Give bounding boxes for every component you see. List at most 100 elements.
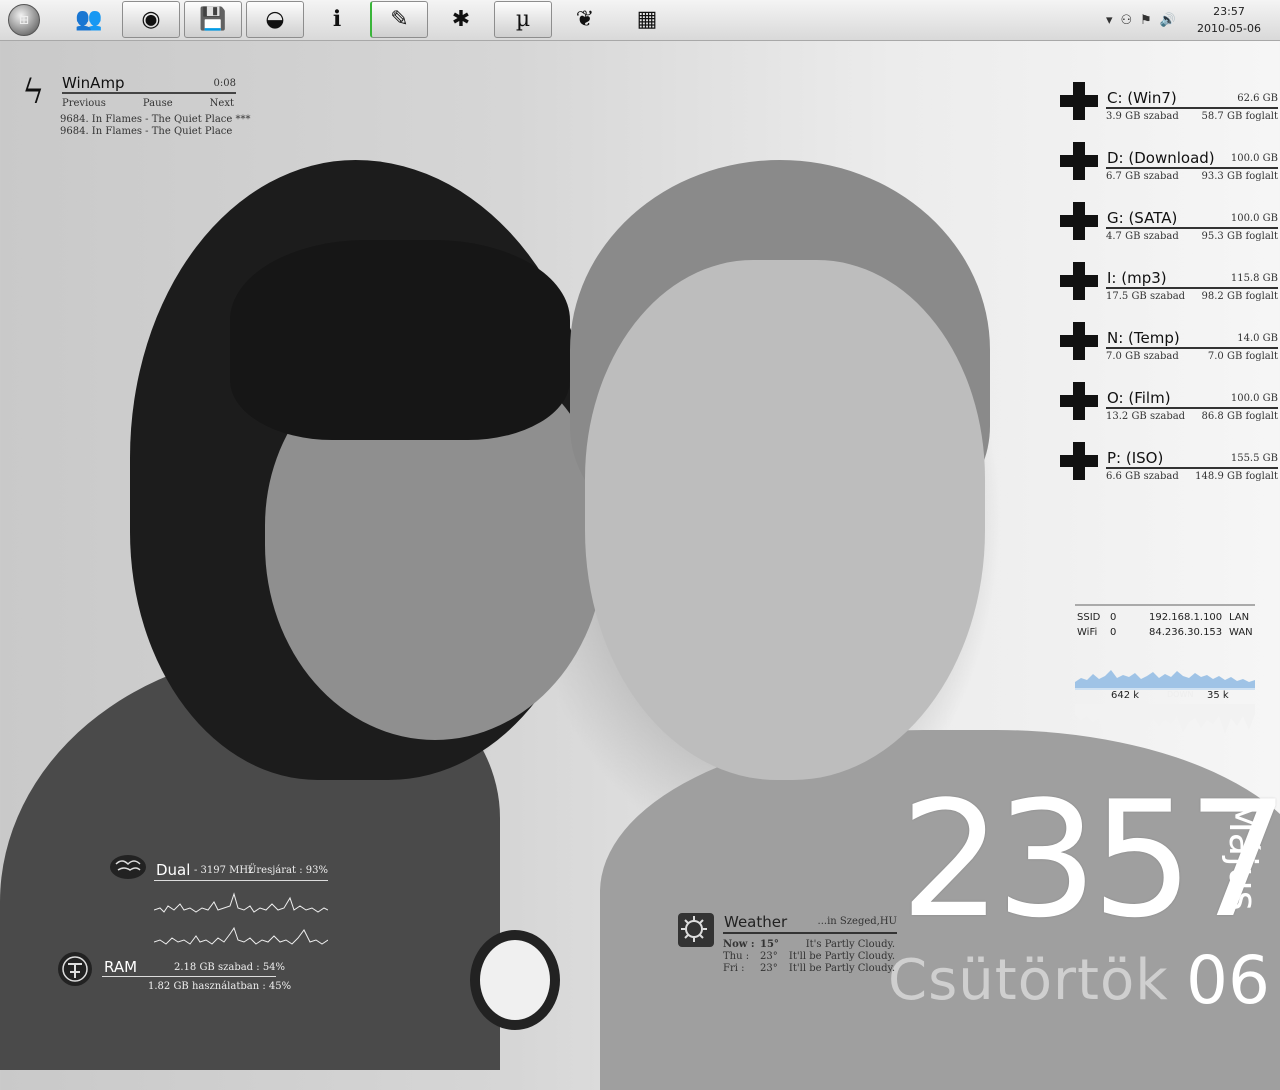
photo-bangs-shape — [230, 240, 570, 440]
taskbar: ⊞ 👥 ◉ 💾 ◒ ℹ ✎ ✱ µ ❦ ▦ ▾ ⚇ ⚑ 🔊 23:57 2010… — [0, 0, 1280, 41]
winamp-track: 9684. In Flames - The Quiet Place *** — [60, 114, 251, 125]
clock-date: 2010-05-06 — [1197, 22, 1261, 35]
ram-used: 1.82 GB használatban : 45% — [148, 981, 292, 992]
volume-icon[interactable]: 🔊 — [1160, 13, 1176, 28]
people-icon: 👥 — [75, 7, 103, 32]
weather-condition: It'll be Partly Cloudy. — [788, 951, 895, 962]
drive-total: 115.8 GB — [1230, 273, 1278, 284]
taskbar-app-utorrent[interactable]: µ — [494, 1, 552, 38]
download-value: 35 k — [1207, 690, 1229, 701]
taskbar-app-floppy[interactable]: 💾 — [184, 1, 242, 38]
drive-free: 6.7 GB szabad — [1106, 171, 1179, 182]
drive-total: 100.0 GB — [1230, 213, 1278, 224]
drive-name: G: (SATA) — [1107, 209, 1178, 227]
tray-expand-icon[interactable]: ▾ — [1106, 13, 1113, 28]
divider — [723, 932, 897, 934]
taskbar-app-drawing[interactable]: ✎ — [370, 1, 428, 38]
drive-o[interactable]: O: (Film) 100.0 GB 13.2 GB szabad 86.8 G… — [1060, 382, 1278, 442]
photo-necklace-shape — [470, 930, 560, 1030]
network-row-wan: WiFi 0 84.236.30.153 WAN — [1077, 627, 1255, 641]
floppy-disk-icon: 💾 — [199, 7, 227, 32]
weather-row-fri: Fri : 23° It'll be Partly Cloudy. — [723, 963, 897, 975]
drive-cross-icon — [1060, 142, 1098, 180]
winamp-elapsed-time: 0:08 — [213, 78, 236, 89]
monitor-flag-icon[interactable]: ⚑ — [1140, 13, 1152, 28]
drive-d[interactable]: D: (Download) 100.0 GB 6.7 GB szabad 93.… — [1060, 142, 1278, 202]
upload-graph — [1075, 670, 1255, 690]
download-graph — [1075, 704, 1255, 738]
drive-used: 58.7 GB foglalt — [1201, 111, 1278, 122]
cpu-core1-graph — [154, 892, 328, 913]
drive-p[interactable]: P: (ISO) 155.5 GB 6.6 GB szabad 148.9 GB… — [1060, 442, 1278, 502]
divider — [102, 976, 276, 977]
wifi-value: 0 — [1110, 627, 1117, 638]
cpu-core2-graph — [154, 926, 328, 945]
ssid-value: 0 — [1110, 612, 1117, 623]
drive-free: 17.5 GB szabad — [1106, 291, 1186, 302]
drive-cross-icon — [1060, 322, 1098, 360]
drive-name: C: (Win7) — [1107, 89, 1177, 107]
drive-total: 14.0 GB — [1237, 333, 1278, 344]
divider — [1106, 107, 1278, 109]
drive-free: 3.9 GB szabad — [1106, 111, 1179, 122]
drive-cross-icon — [1060, 202, 1098, 240]
drive-free: 4.7 GB szabad — [1106, 231, 1179, 242]
weather-condition: It's Partly Cloudy. — [805, 939, 895, 950]
taskbar-app-calculator[interactable]: ▦ — [618, 1, 676, 38]
drive-total: 62.6 GB — [1237, 93, 1278, 104]
ram-chip-icon — [58, 952, 92, 986]
drive-used: 7.0 GB foglalt — [1207, 351, 1278, 362]
weather-row-thu: Thu : 23° It'll be Partly Cloudy. — [723, 951, 897, 963]
helmet-icon: ◒ — [265, 7, 285, 32]
drive-used: 95.3 GB foglalt — [1201, 231, 1278, 242]
info-icon: ℹ — [332, 7, 342, 32]
network-status-icon[interactable]: ⚇ — [1121, 13, 1133, 28]
drive-cross-icon — [1060, 442, 1098, 480]
drives-widget: C: (Win7) 62.6 GB 3.9 GB szabad 58.7 GB … — [1060, 82, 1278, 502]
weather-day: Thu : — [723, 951, 750, 962]
drive-cross-icon — [1060, 82, 1098, 120]
ssid-label: SSID — [1077, 612, 1101, 623]
drive-name: I: (mp3) — [1107, 269, 1167, 287]
drive-g[interactable]: G: (SATA) 100.0 GB 4.7 GB szabad 95.3 GB… — [1060, 202, 1278, 262]
lightning-bolt-icon: ϟ — [22, 72, 45, 112]
network-row-lan: SSID 0 192.168.1.100 LAN — [1077, 612, 1255, 626]
drive-c[interactable]: C: (Win7) 62.6 GB 3.9 GB szabad 58.7 GB … — [1060, 82, 1278, 142]
taskbar-app-firefox[interactable]: ◉ — [122, 1, 180, 38]
taskbar-app-people[interactable]: 👥 — [60, 1, 118, 38]
taskbar-clock[interactable]: 23:57 2010-05-06 — [1184, 3, 1274, 37]
drive-n[interactable]: N: (Temp) 14.0 GB 7.0 GB szabad 7.0 GB f… — [1060, 322, 1278, 382]
taskbar-app-gecko[interactable]: ✱ — [432, 1, 490, 38]
divider — [1106, 347, 1278, 349]
large-clock-weekday: Csütörtök — [888, 948, 1169, 1013]
winamp-title: WinAmp — [62, 74, 125, 92]
weather-day: Fri : — [723, 963, 745, 974]
drive-cross-icon — [1060, 382, 1098, 420]
drive-used: 93.3 GB foglalt — [1201, 171, 1278, 182]
taskbar-app-info[interactable]: ℹ — [308, 1, 366, 38]
divider — [1106, 227, 1278, 229]
drive-used: 98.2 GB foglalt — [1201, 291, 1278, 302]
firefox-icon: ◉ — [141, 7, 161, 32]
gecko-icon: ✱ — [451, 7, 471, 32]
next-button[interactable]: Next — [210, 98, 234, 109]
upload-value: 642 k — [1111, 690, 1140, 701]
taskbar-app-messenger[interactable]: ❦ — [556, 1, 614, 38]
divider — [154, 880, 328, 881]
drive-free: 13.2 GB szabad — [1106, 411, 1186, 422]
drive-i[interactable]: I: (mp3) 115.8 GB 17.5 GB szabad 98.2 GB… — [1060, 262, 1278, 322]
large-clock-month: Május — [1221, 800, 1265, 911]
taskbar-app-helmet[interactable]: ◒ — [246, 1, 304, 38]
previous-button[interactable]: Previous — [62, 98, 106, 109]
weather-condition: It'll be Partly Cloudy. — [788, 963, 895, 974]
weather-location: ...in Szeged,HU — [817, 916, 897, 927]
drive-cross-icon — [1060, 262, 1098, 300]
drive-name: O: (Film) — [1107, 389, 1171, 407]
wan-label: WAN — [1229, 627, 1253, 638]
cpu-name: Dual — [156, 861, 191, 879]
drive-total: 155.5 GB — [1230, 453, 1278, 464]
start-button[interactable]: ⊞ — [8, 4, 40, 36]
pause-button[interactable]: Pause — [143, 98, 173, 109]
drive-free: 6.6 GB szabad — [1106, 471, 1179, 482]
lan-label: LAN — [1229, 612, 1250, 623]
